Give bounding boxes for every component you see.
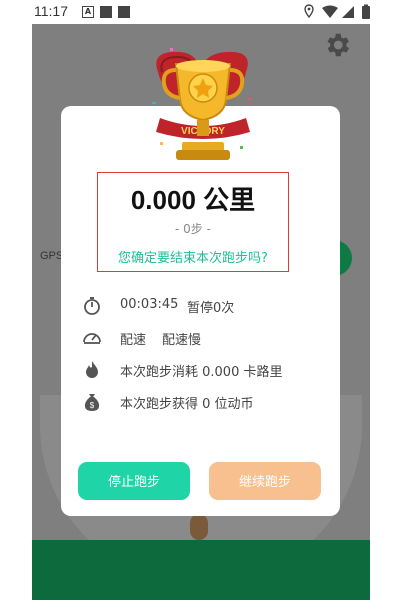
status-time: 11:17: [34, 3, 68, 19]
gear-icon[interactable]: [322, 30, 352, 60]
money-bag-icon: $: [84, 394, 100, 411]
signal-icon: [342, 6, 354, 18]
stop-run-button[interactable]: 停止跑步: [78, 462, 190, 500]
continue-run-button[interactable]: 继续跑步: [209, 462, 321, 500]
location-icon: [304, 4, 314, 19]
square-icon: [100, 6, 112, 18]
pace-label: 配速: [120, 333, 147, 348]
confirm-question: 您确定要结束本次跑步吗?: [118, 251, 268, 266]
square-icon: [118, 6, 130, 18]
speedometer-icon: [83, 333, 101, 344]
calories-text: 本次跑步消耗 0.000 卡路里: [120, 365, 283, 380]
coins-text: 本次跑步获得 0 位动币: [120, 397, 254, 412]
distance-value: 0.000 公里: [130, 185, 256, 215]
status-bar: 11:17 A: [0, 0, 400, 24]
flame-icon: [86, 361, 98, 378]
calories-row: 本次跑步消耗 0.000 卡路里: [82, 358, 322, 380]
bottom-bar: [32, 540, 370, 600]
coins-row: $ 本次跑步获得 0 位动币: [82, 390, 322, 412]
pace-row: 配速 配速慢: [82, 326, 322, 348]
duration-row: 00:03:45 暂停0次: [82, 294, 322, 316]
wifi-icon: [322, 5, 338, 18]
status-icons: [304, 4, 370, 19]
notification-a-icon: A: [82, 6, 94, 18]
duration-value: 00:03:45: [120, 297, 179, 312]
trophy-victory-icon: VICTORY: [152, 48, 252, 160]
battery-icon: [362, 4, 370, 19]
stopwatch-icon: [84, 297, 100, 315]
pause-count: 暂停0次: [187, 301, 235, 316]
svg-text:$: $: [90, 401, 95, 410]
step-count: - 0步 -: [175, 222, 211, 236]
map-pin-icon: [190, 514, 208, 540]
pace-value: 配速慢: [162, 333, 202, 348]
gps-label: GPS: [40, 250, 64, 262]
